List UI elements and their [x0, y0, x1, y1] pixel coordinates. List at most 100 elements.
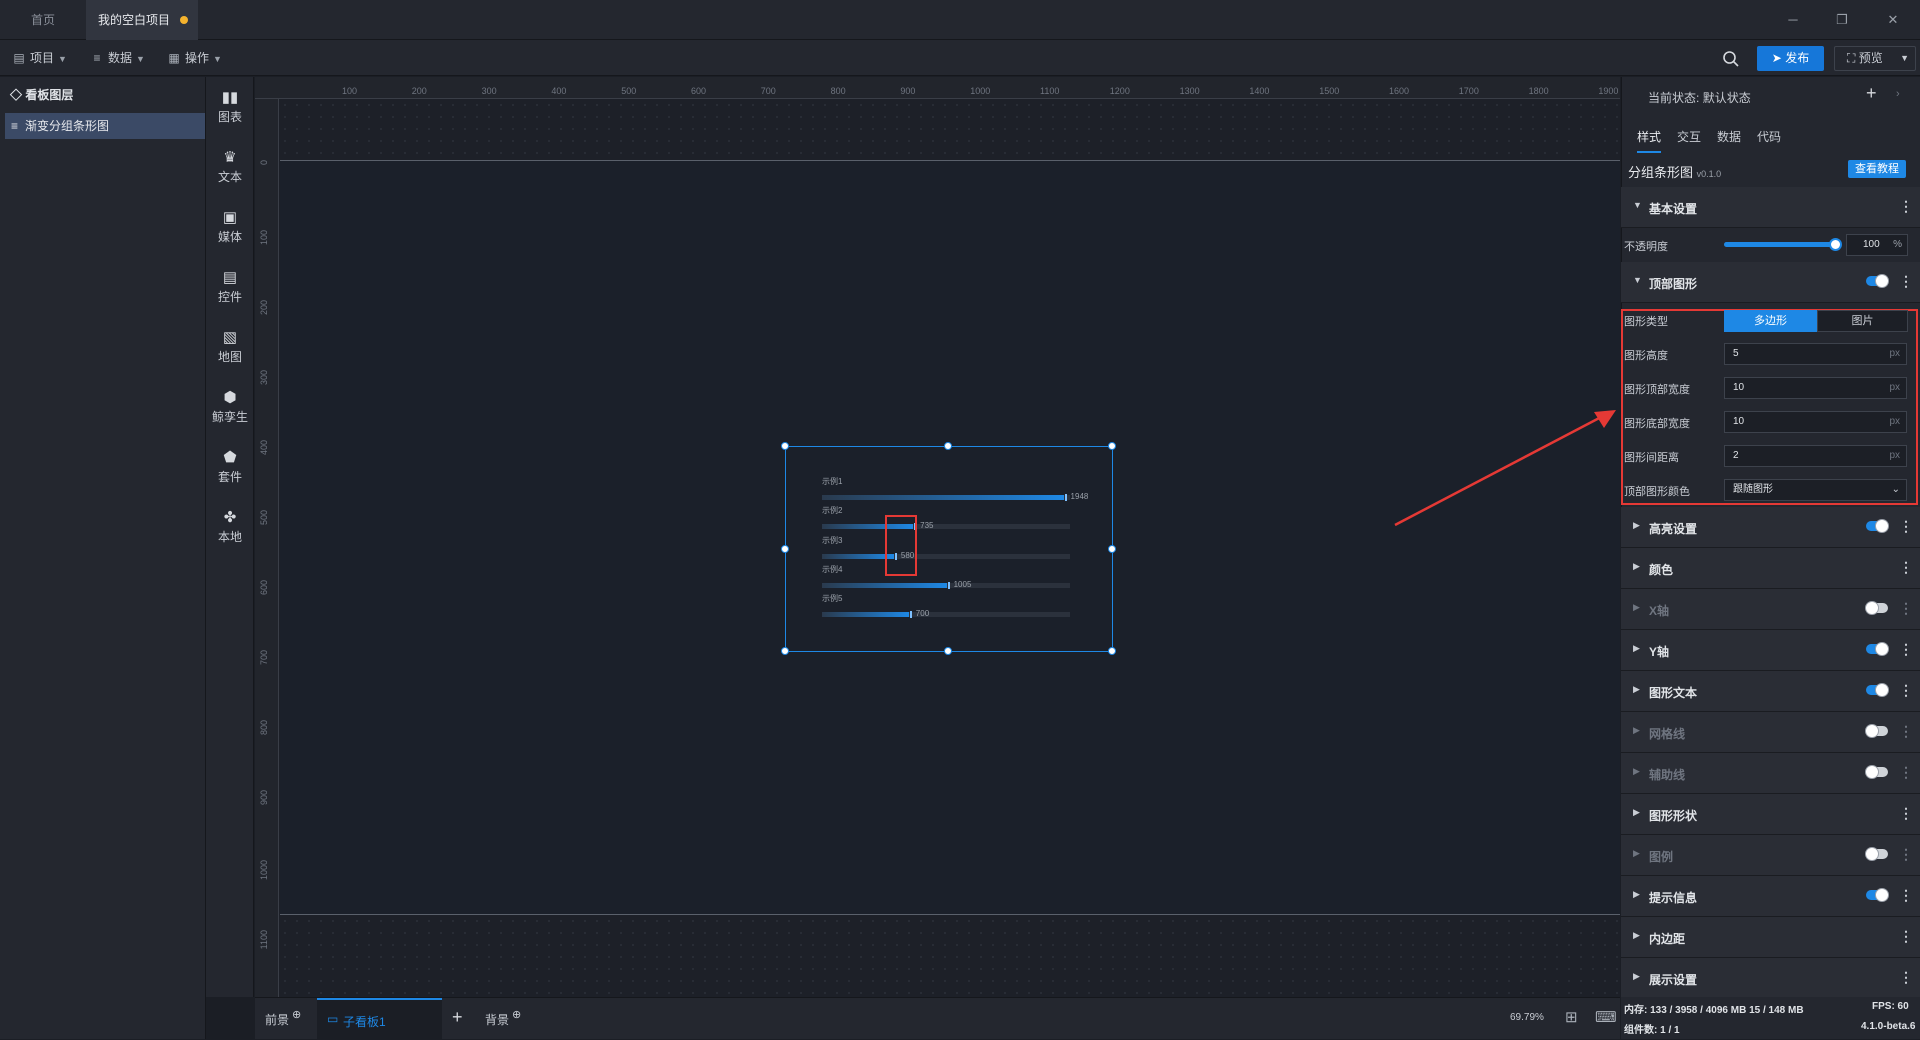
- resize-handle[interactable]: [1108, 545, 1116, 553]
- add-subboard-icon[interactable]: +: [452, 1007, 463, 1028]
- resize-handle[interactable]: [1108, 647, 1116, 655]
- opacity-slider[interactable]: [1724, 238, 1842, 251]
- resize-handle[interactable]: [944, 647, 952, 655]
- shape-type-image[interactable]: 图片: [1817, 310, 1908, 332]
- state-value[interactable]: 默认状态: [1703, 91, 1751, 105]
- foreground-tab[interactable]: 前景 ⊕: [265, 1009, 301, 1028]
- minimize-icon[interactable]: ─: [1782, 10, 1804, 30]
- publish-button[interactable]: ➤ 发布: [1757, 46, 1824, 71]
- bottom-width-input[interactable]: 10 px: [1724, 411, 1907, 433]
- add-state-icon[interactable]: +: [1866, 83, 1877, 104]
- chevron-down-icon: ▼: [1900, 53, 1909, 63]
- menu-operate[interactable]: ▦ 操作 ▼: [168, 49, 222, 67]
- more-icon[interactable]: ⋮: [1899, 682, 1913, 699]
- more-icon[interactable]: ⋮: [1899, 518, 1913, 535]
- background-tab[interactable]: 背景 ⊕: [485, 1009, 521, 1028]
- section-0[interactable]: ▶ 高亮设置 ⋮: [1621, 507, 1920, 548]
- more-icon[interactable]: ⋮: [1899, 723, 1913, 740]
- section-7[interactable]: ▶ 图形形状 ⋮: [1621, 794, 1920, 835]
- section-toggle[interactable]: [1865, 847, 1888, 861]
- more-icon[interactable]: ⋮: [1899, 846, 1913, 863]
- opacity-input[interactable]: 100%: [1846, 234, 1908, 256]
- chevron-right-icon[interactable]: ›: [1896, 88, 1900, 100]
- spacing-input[interactable]: 2 px: [1724, 445, 1907, 467]
- more-icon[interactable]: ⋮: [1899, 273, 1913, 290]
- restore-icon[interactable]: ❐: [1831, 10, 1853, 30]
- caret-down-icon: ▼: [1633, 200, 1642, 210]
- opacity-value: 100: [1863, 239, 1880, 250]
- section-6[interactable]: ▶ 辅助线 ⋮: [1621, 753, 1920, 794]
- tool-text[interactable]: ♛ 文本: [206, 148, 254, 185]
- top-shape-toggle[interactable]: [1866, 274, 1889, 288]
- menu-data[interactable]: ≡ 数据 ▼: [91, 49, 144, 67]
- more-icon[interactable]: ⋮: [1899, 887, 1913, 904]
- tool-media[interactable]: ▣ 媒体: [206, 208, 254, 245]
- section-basic[interactable]: ▼ 基本设置 ⋮: [1621, 187, 1920, 228]
- tool-map[interactable]: ▧ 地图: [206, 328, 254, 365]
- section-2[interactable]: ▶ X轴 ⋮: [1621, 589, 1920, 630]
- section-9[interactable]: ▶ 提示信息 ⋮: [1621, 876, 1920, 917]
- more-icon[interactable]: ⋮: [1899, 559, 1913, 576]
- add-circle-icon[interactable]: ⊕: [292, 1009, 301, 1021]
- preview-button[interactable]: ⛶ 预览 ▼: [1834, 46, 1916, 71]
- section-5[interactable]: ▶ 网格线 ⋮: [1621, 712, 1920, 753]
- tool-kit[interactable]: ⬟ 套件: [206, 448, 254, 485]
- section-toggle[interactable]: [1866, 888, 1889, 902]
- add-circle-icon[interactable]: ⊕: [512, 1009, 521, 1021]
- more-icon[interactable]: ⋮: [1899, 198, 1913, 215]
- subboard-tab[interactable]: ▭ 子看板1: [317, 998, 442, 1040]
- more-icon[interactable]: ⋮: [1899, 928, 1913, 945]
- more-icon[interactable]: ⋮: [1899, 764, 1913, 781]
- panel-tab-1[interactable]: 交互: [1677, 128, 1701, 145]
- ruler-left-tick-label: 500: [259, 510, 269, 526]
- text-icon: ♛: [223, 149, 237, 166]
- more-icon[interactable]: ⋮: [1899, 641, 1913, 658]
- resize-handle[interactable]: [944, 442, 952, 450]
- section-1[interactable]: ▶ 颜色 ⋮: [1621, 548, 1920, 589]
- layer-item[interactable]: ≡ 渐变分组条形图: [5, 113, 205, 139]
- panel-tab-3[interactable]: 代码: [1757, 128, 1781, 145]
- fit-screen-icon[interactable]: ⊞: [1565, 1008, 1578, 1026]
- tool-chart[interactable]: ▮▮ 图表: [206, 88, 254, 125]
- tool-label: 文本: [217, 170, 242, 184]
- section-toggle[interactable]: [1866, 519, 1889, 533]
- keyboard-icon[interactable]: ⌨: [1595, 1008, 1617, 1026]
- more-icon[interactable]: ⋮: [1899, 600, 1913, 617]
- section-toggle[interactable]: [1865, 724, 1888, 738]
- panel-tab-2[interactable]: 数据: [1717, 128, 1741, 145]
- zoom-level[interactable]: 69.79%: [1510, 1012, 1544, 1023]
- section-8[interactable]: ▶ 图例 ⋮: [1621, 835, 1920, 876]
- section-toggle[interactable]: [1866, 683, 1889, 697]
- resize-handle[interactable]: [781, 647, 789, 655]
- section-4[interactable]: ▶ 图形文本 ⋮: [1621, 671, 1920, 712]
- section-10[interactable]: ▶ 内边距 ⋮: [1621, 917, 1920, 958]
- tutorial-button[interactable]: 查看教程: [1848, 160, 1906, 178]
- menu-project[interactable]: ▤ 项目 ▼: [13, 49, 67, 67]
- section-3[interactable]: ▶ Y轴 ⋮: [1621, 630, 1920, 671]
- tab-home[interactable]: 首页: [0, 0, 86, 40]
- bar-category-label: 示例3: [822, 535, 843, 545]
- section-toggle[interactable]: [1865, 765, 1888, 779]
- opacity-slider-handle[interactable]: [1829, 238, 1842, 251]
- section-toggle[interactable]: [1865, 601, 1888, 615]
- search-icon[interactable]: [1722, 50, 1740, 68]
- section-11[interactable]: ▶ 展示设置 ⋮: [1621, 958, 1920, 999]
- top-width-input[interactable]: 10 px: [1724, 377, 1907, 399]
- top-color-select[interactable]: 跟随图形 ⌄: [1724, 479, 1907, 501]
- panel-tab-0[interactable]: 样式: [1637, 128, 1662, 153]
- height-input[interactable]: 5 px: [1724, 343, 1907, 365]
- section-top-shape[interactable]: ▼ 顶部图形 ⋮: [1621, 262, 1920, 303]
- section-toggle[interactable]: [1866, 642, 1889, 656]
- ruler-top-tick-label: 500: [621, 86, 637, 96]
- resize-handle[interactable]: [781, 442, 789, 450]
- shape-type-polygon[interactable]: 多边形: [1724, 310, 1817, 332]
- tool-local[interactable]: ✤ 本地: [206, 508, 254, 545]
- resize-handle[interactable]: [781, 545, 789, 553]
- resize-handle[interactable]: [1108, 442, 1116, 450]
- tool-control[interactable]: ▤ 控件: [206, 268, 254, 305]
- more-icon[interactable]: ⋮: [1899, 805, 1913, 822]
- more-icon[interactable]: ⋮: [1899, 969, 1913, 986]
- close-icon[interactable]: ✕: [1882, 10, 1904, 30]
- annotation-arrow-icon: [1394, 410, 1616, 527]
- tool-twin[interactable]: ⬢ 鲸孪生: [206, 388, 254, 425]
